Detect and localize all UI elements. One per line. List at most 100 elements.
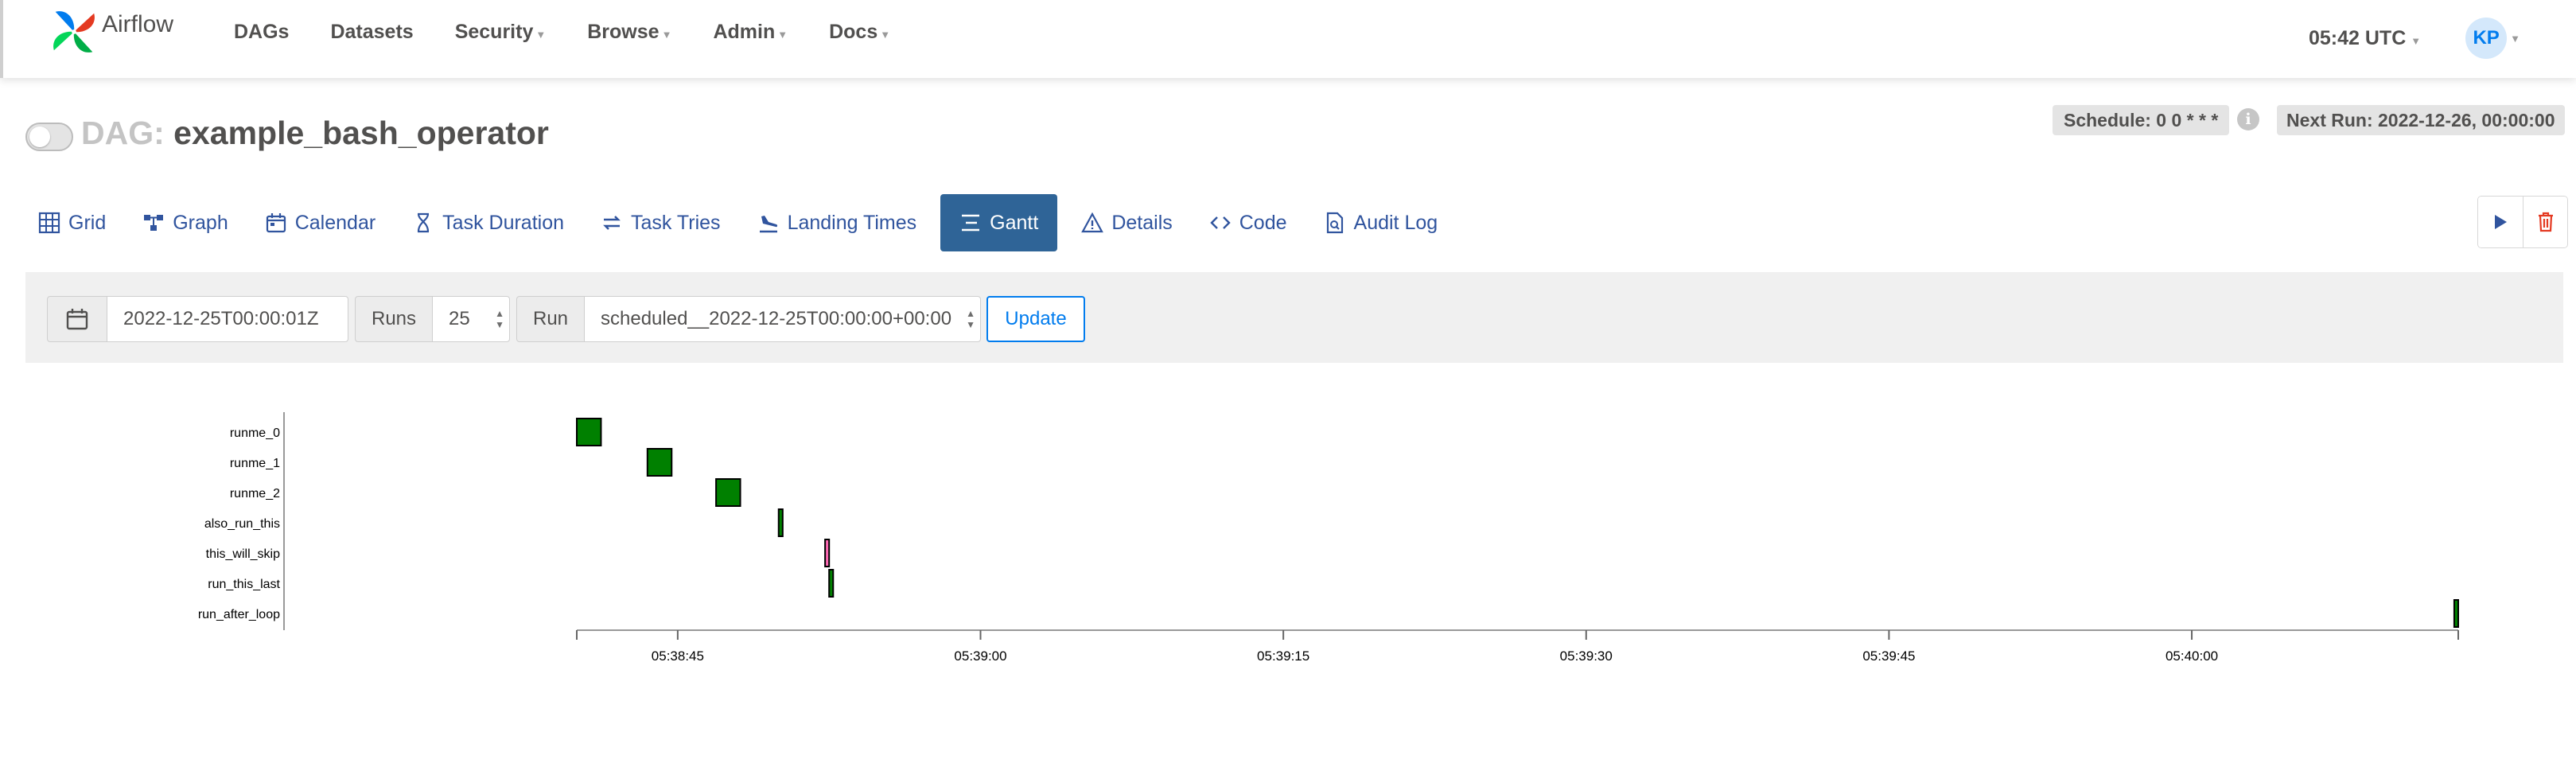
runs-value: 25 [449,308,470,329]
tab-label: Landing Times [787,211,917,234]
hourglass-icon [418,212,430,233]
chevron-down-icon: ▼ [535,29,547,41]
tab-label: Gantt [990,211,1039,234]
chevron-down-icon: ▼ [777,29,788,41]
brand-link[interactable]: Airflow [49,6,173,57]
run-select[interactable]: scheduled__2022-12-25T00:00:00+00:00 ▲ ▼ [584,296,981,342]
update-button[interactable]: Update [986,296,1085,342]
schedule-badge: Schedule: 0 0 * * * [2053,105,2230,135]
nav-label: Security [454,21,534,43]
tab-label: Calendar [294,211,376,234]
tab-label: Audit Log [1353,211,1438,234]
calendar-icon [266,213,286,233]
chevron-down-icon: ▼ [880,29,891,41]
trash-icon [2538,212,2553,232]
tab-task-duration[interactable]: Task Duration [399,194,577,251]
trigger-dag-button[interactable] [2478,197,2523,247]
x-tick-label: 05:39:15 [1257,648,1309,664]
tab-label: Code [1239,211,1287,234]
clock-dropdown[interactable]: 05:42 UTC ▼ [2309,27,2421,50]
gantt-chart: runme_0 runme_1 runme_2 also_run_this this_w… [198,412,2459,664]
tab-task-tries[interactable]: Task Tries [588,194,733,251]
toggle-knob [29,127,50,147]
gantt-bar [715,478,741,507]
calendar-icon [66,309,88,330]
tab-label: Task Tries [631,211,721,234]
nav-label: DAGs [234,21,290,43]
page-title: DAG: example_bash_operator [81,115,549,152]
task-label: also_run_this [204,517,280,531]
tab-calendar[interactable]: Calendar [252,194,388,251]
tab-code[interactable]: Code [1197,194,1300,251]
nav-security[interactable]: Security ▼ [455,21,547,44]
view-tabs: Grid Graph Calendar Task Duration Task Tries… [25,194,1461,251]
next-run-badge: Next Run: 2022-12-26, 00:00:00 [2277,105,2565,135]
gantt-bar [2453,599,2459,628]
tab-graph[interactable]: Graph [130,194,240,251]
date-picker-button[interactable] [47,296,107,342]
play-icon [2495,215,2507,229]
top-navbar: Airflow DAGs Datasets Security ▼ Browse ▼ Admi… [0,0,2576,78]
brand-text: Airflow [102,11,174,37]
nav-label: Datasets [330,21,414,43]
gantt-bar [777,508,784,537]
base-date-input[interactable]: 2022-12-25T00:00:01Z [107,296,348,342]
info-icon[interactable]: i [2237,108,2259,130]
tab-label: Graph [173,211,228,234]
chevron-down-icon: ▼ [661,29,672,41]
run-label: Run [516,296,585,342]
graph-icon [144,215,164,231]
chevron-down-icon: ▼ [2411,34,2422,47]
runs-select[interactable]: 25 ▲ ▼ [432,296,510,342]
select-caret-icon: ▲ ▼ [495,308,504,330]
tab-label: Details [1111,211,1173,234]
nav-dags[interactable]: DAGs [234,21,289,44]
nav-label: Browse [587,21,660,43]
dag-prefix: DAG: [81,115,165,151]
tab-details[interactable]: Details [1068,194,1185,251]
dag-name[interactable]: example_bash_operator [173,115,549,151]
nav-admin[interactable]: Admin ▼ [713,21,788,44]
user-avatar[interactable]: KP [2465,18,2508,59]
clock-time: 05:42 UTC [2308,26,2407,49]
retry-icon [603,216,621,230]
runs-label: Runs [355,296,433,342]
x-tick-label: 05:40:00 [2165,648,2218,664]
task-label: runme_2 [230,487,280,500]
tab-gantt[interactable]: Gantt [940,194,1058,251]
nav-label: Docs [829,21,878,43]
gantt-filter-bar: 2022-12-25T00:00:01Z Runs 25 ▲ ▼ Run sched… [25,272,2563,363]
run-value: scheduled__2022-12-25T00:00:00+00:00 [601,308,952,329]
x-tick-label: 05:39:00 [954,648,1006,664]
task-label: this_will_skip [206,547,280,561]
nav-docs[interactable]: Docs ▼ [829,21,890,44]
x-tick-label: 05:39:45 [1862,648,1915,664]
task-label: run_this_last [208,578,280,591]
x-tick-label: 05:39:30 [1560,648,1613,664]
tab-audit-log[interactable]: Audit Log [1311,194,1451,251]
dag-pause-toggle[interactable] [25,123,73,151]
audit-log-icon [1326,212,1343,234]
gantt-bar [824,539,831,567]
nav-browse[interactable]: Browse ▼ [587,21,671,44]
chevron-down-icon: ▼ [2510,32,2520,45]
delete-dag-button[interactable] [2523,197,2567,247]
main-menu: DAGs Datasets Security ▼ Browse ▼ Admin ▼ Docs ▼ [234,21,932,44]
task-label: runme_1 [230,457,280,470]
airflow-logo-icon [53,11,95,53]
warning-icon [1081,212,1104,233]
tab-label: Grid [68,211,107,234]
task-label: runme_0 [230,426,280,440]
select-caret-icon: ▲ ▼ [966,308,975,330]
gantt-bar [646,448,673,477]
nav-datasets[interactable]: Datasets [330,21,413,44]
x-tick-label: 05:38:45 [652,648,704,664]
dag-actions [2477,196,2568,248]
tab-label: Task Duration [442,211,565,234]
gantt-bar [828,569,835,598]
tab-landing-times[interactable]: Landing Times [745,194,930,251]
task-label: run_after_loop [198,608,280,621]
gantt-bar [576,418,602,446]
tab-grid[interactable]: Grid [25,194,119,251]
gantt-icon [962,214,980,232]
